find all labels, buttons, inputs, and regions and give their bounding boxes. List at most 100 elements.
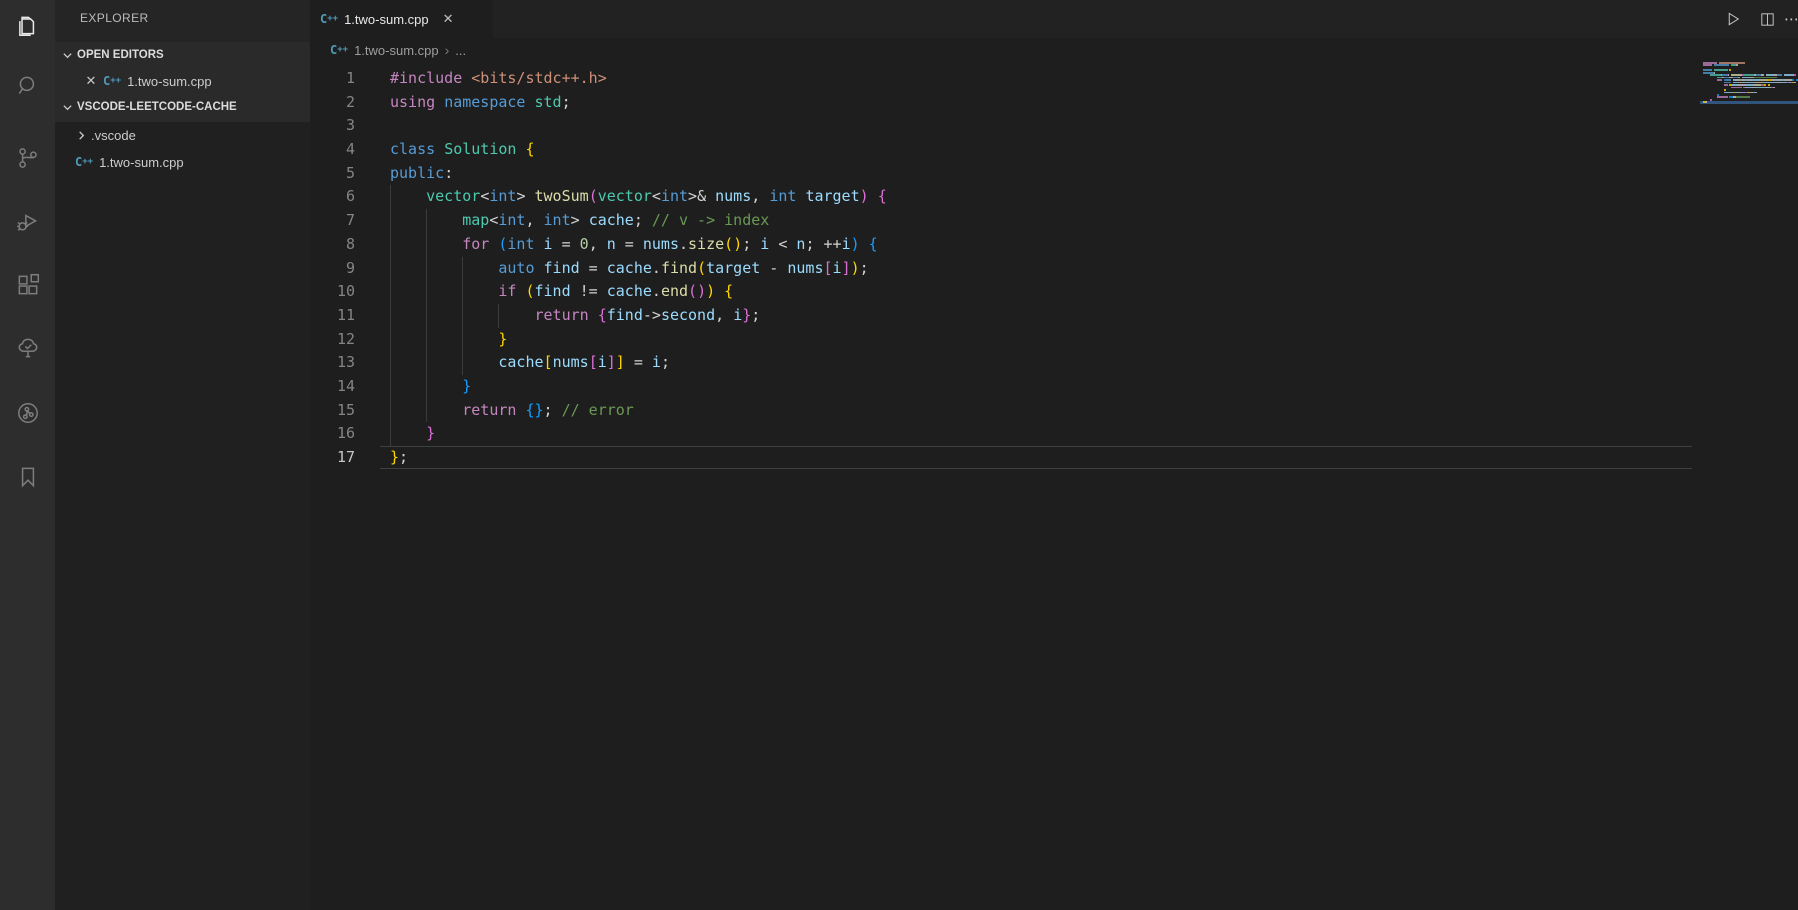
code-line[interactable]: 8 for (int i = 0, n = nums.size(); i < n… xyxy=(310,233,1700,257)
minimap-line-fragment xyxy=(1745,87,1752,89)
minimap-line-fragment xyxy=(1745,84,1754,86)
code-line[interactable]: 9 auto find = cache.find(target - nums[i… xyxy=(310,257,1700,281)
source-control-icon[interactable] xyxy=(0,132,55,184)
code-line-text: if (find != cache.end()) { xyxy=(390,280,733,304)
minimap-line-fragment xyxy=(1768,84,1770,86)
search-icon[interactable] xyxy=(0,60,55,112)
code-line[interactable]: 1#include <bits/stdc++.h> xyxy=(310,67,1700,91)
sidebar-title: EXPLORER xyxy=(80,11,149,25)
explorer-icon[interactable] xyxy=(0,0,55,52)
minimap-line-fragment xyxy=(1777,74,1782,76)
code-line-text: auto find = cache.find(target - nums[i])… xyxy=(390,257,869,281)
minimap-line-fragment xyxy=(1756,82,1763,84)
chevron-down-icon xyxy=(59,50,75,61)
bookmarks-icon[interactable] xyxy=(0,451,55,503)
minimap-line-fragment xyxy=(1703,69,1712,71)
code-line[interactable]: 2using namespace std; xyxy=(310,91,1700,115)
run-and-debug-icon[interactable] xyxy=(0,196,55,248)
code-line[interactable]: 16 } xyxy=(310,422,1700,446)
tree-item-label: 1.two-sum.cpp xyxy=(99,155,184,170)
minimap-line-fragment xyxy=(1726,79,1731,81)
code-line-text: for (int i = 0, n = nums.size(); i < n; … xyxy=(390,233,878,257)
code-line[interactable]: 6 vector<int> twoSum(vector<int>& nums, … xyxy=(310,185,1700,209)
code-line-text: vector<int> twoSum(vector<int>& nums, in… xyxy=(390,185,887,209)
code-line[interactable]: 13 cache[nums[i]] = i; xyxy=(310,351,1700,375)
minimap-line-fragment xyxy=(1773,87,1775,89)
minimap[interactable] xyxy=(1700,55,1798,113)
close-icon[interactable]: ✕ xyxy=(83,73,99,89)
cpp-file-icon: C++ xyxy=(330,43,348,57)
line-number: 17 xyxy=(310,446,355,470)
code-editor[interactable]: 1#include <bits/stdc++.h>2using namespac… xyxy=(310,67,1700,470)
tree-item-vscode-folder[interactable]: .vscode xyxy=(55,122,328,148)
line-number: 3 xyxy=(310,114,355,138)
minimap-line-fragment xyxy=(1764,82,1775,84)
minimap-line-fragment xyxy=(1731,84,1738,86)
editor-actions: ⋯ xyxy=(1716,0,1798,38)
line-number: 9 xyxy=(310,257,355,281)
minimap-line-fragment xyxy=(1761,79,1768,81)
cpp-file-icon: C++ xyxy=(320,12,338,26)
line-number: 15 xyxy=(310,399,355,423)
code-line[interactable]: 15 return {}; // error xyxy=(310,399,1700,423)
minimap-line-fragment xyxy=(1703,64,1712,66)
breadcrumb: C++ 1.two-sum.cpp › ... xyxy=(310,38,466,62)
extensions-icon[interactable] xyxy=(0,259,55,311)
breadcrumb-separator: › xyxy=(445,42,450,58)
open-editors-section-header[interactable]: OPEN EDITORS xyxy=(55,42,314,68)
minimap-line-fragment xyxy=(1714,64,1730,66)
minimap-line-fragment xyxy=(1729,69,1731,71)
minimap-line-fragment xyxy=(1705,101,1707,103)
minimap-line-fragment xyxy=(1792,79,1794,81)
code-line[interactable]: 4class Solution { xyxy=(310,138,1700,162)
tree-item-label: .vscode xyxy=(91,128,136,143)
minimap-line-fragment xyxy=(1796,79,1798,81)
minimap-line-fragment xyxy=(1736,96,1750,98)
line-number: 10 xyxy=(310,280,355,304)
minimap-line-fragment xyxy=(1714,69,1728,71)
activity-bar xyxy=(0,0,55,910)
line-number: 2 xyxy=(310,91,355,115)
open-editor-item[interactable]: ✕ C++ 1.two-sum.cpp xyxy=(55,68,338,94)
code-line[interactable]: 5public: xyxy=(310,162,1700,186)
minimap-line-fragment xyxy=(1719,62,1745,64)
minimap-line-fragment xyxy=(1731,87,1742,89)
line-number: 11 xyxy=(310,304,355,328)
tree-item-two-sum-file[interactable]: C++ 1.two-sum.cpp xyxy=(55,149,330,175)
breadcrumb-file[interactable]: 1.two-sum.cpp xyxy=(354,43,439,58)
todo-tree-icon[interactable] xyxy=(0,322,55,374)
code-line[interactable]: 17}; xyxy=(310,446,1700,470)
run-code-button[interactable] xyxy=(1716,4,1750,34)
code-line[interactable]: 11 return {find->second, i}; xyxy=(310,304,1700,328)
code-line-text: }; xyxy=(390,446,408,470)
minimap-line-fragment xyxy=(1733,82,1740,84)
tab-label: 1.two-sum.cpp xyxy=(344,12,429,27)
code-line[interactable]: 7 map<int, int> cache; // v -> index xyxy=(310,209,1700,233)
code-line[interactable]: 10 if (find != cache.end()) { xyxy=(310,280,1700,304)
git-graph-icon[interactable] xyxy=(0,387,55,439)
tab-close-icon[interactable]: ✕ xyxy=(443,11,454,27)
minimap-line-fragment xyxy=(1714,72,1716,74)
workspace-section-header[interactable]: VSCODE-LEETCODE-CACHE xyxy=(55,94,314,120)
chevron-right-icon xyxy=(73,130,89,141)
minimap-line-fragment xyxy=(1756,87,1767,89)
line-number: 6 xyxy=(310,185,355,209)
line-number: 16 xyxy=(310,422,355,446)
chevron-down-icon xyxy=(59,102,75,113)
minimap-current-line-decoration xyxy=(1700,101,1798,104)
more-actions-button[interactable]: ⋯ xyxy=(1784,4,1798,34)
code-line-text: public: xyxy=(390,162,453,186)
open-editor-label: 1.two-sum.cpp xyxy=(127,74,212,89)
split-editor-button[interactable] xyxy=(1750,4,1784,34)
breadcrumb-more[interactable]: ... xyxy=(455,43,466,58)
code-line[interactable]: 3 xyxy=(310,114,1700,138)
line-number: 13 xyxy=(310,351,355,375)
tab-bar: C++ 1.two-sum.cpp ✕ ⋯ xyxy=(310,0,1798,38)
tab-two-sum[interactable]: C++ 1.two-sum.cpp ✕ xyxy=(310,0,493,38)
minimap-line-fragment xyxy=(1717,96,1728,98)
code-line[interactable]: 12 } xyxy=(310,328,1700,352)
code-line[interactable]: 14 } xyxy=(310,375,1700,399)
minimap-line-fragment xyxy=(1703,62,1717,64)
minimap-line-fragment xyxy=(1724,89,1726,91)
line-number: 7 xyxy=(310,209,355,233)
